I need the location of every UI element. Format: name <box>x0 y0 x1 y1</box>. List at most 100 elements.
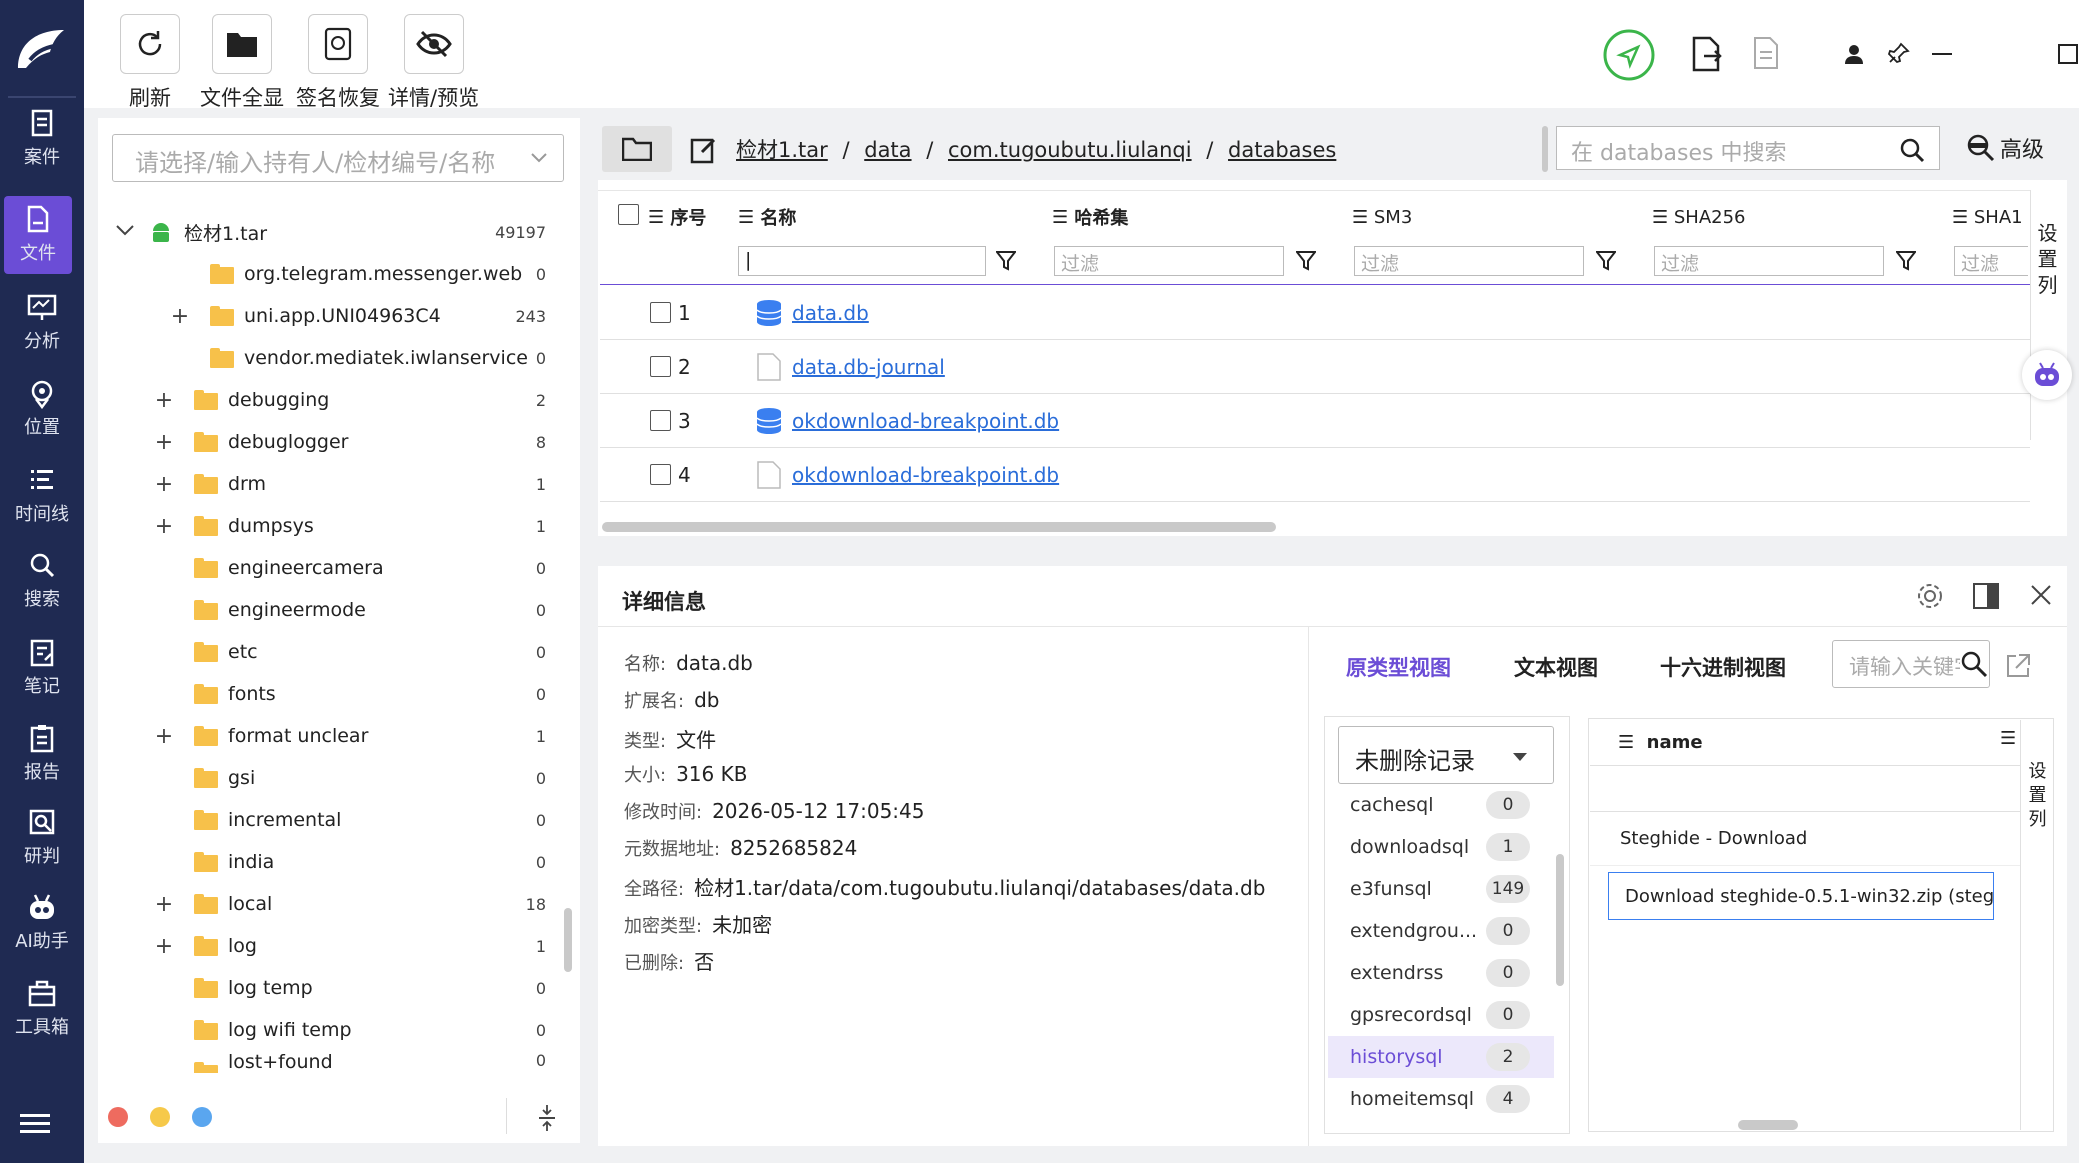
filter-funnel-icon[interactable] <box>1296 250 1316 272</box>
record-horizontal-scrollbar[interactable] <box>1738 1120 1798 1130</box>
tree-item[interactable]: etc 0 <box>98 631 568 673</box>
folder-search-input[interactable]: 在 databases 中搜索 <box>1556 126 1940 170</box>
record-filter-row[interactable] <box>1590 766 2020 812</box>
hashset-filter[interactable]: 过滤 <box>1054 246 1284 276</box>
expand-icon[interactable]: + <box>154 892 174 917</box>
close-detail-icon[interactable] <box>2030 584 2052 606</box>
sha256-filter[interactable]: 过滤 <box>1654 246 1884 276</box>
crumb-package[interactable]: com.tugoubutu.liulanqi <box>948 138 1192 162</box>
search-icon[interactable] <box>1960 650 1988 678</box>
expand-icon[interactable]: + <box>154 934 174 959</box>
tree-scrollbar[interactable] <box>564 908 572 972</box>
chevron-down-icon[interactable] <box>116 225 134 237</box>
col-sha256[interactable]: ☰ SHA256 <box>1652 192 1746 242</box>
col-seq[interactable]: ☰ 序号 <box>648 192 706 242</box>
tree-item[interactable]: engineercamera 0 <box>98 547 568 589</box>
view-tab[interactable]: 十六进制视图 <box>1660 652 1786 682</box>
col-sm3[interactable]: ☰ SM3 <box>1352 192 1412 242</box>
maximize-icon[interactable] <box>2058 44 2078 64</box>
red-status-dot[interactable] <box>108 1107 128 1127</box>
crumb-databases[interactable]: databases <box>1228 138 1336 162</box>
refresh-button[interactable]: 刷新 <box>120 14 180 112</box>
tree-item[interactable]: org.telegram.messenger.web 0 <box>98 253 568 295</box>
export-file-icon[interactable] <box>1690 36 1722 72</box>
tree-item[interactable]: + debugging 2 <box>98 379 568 421</box>
tree-item[interactable]: india 0 <box>98 841 568 883</box>
col-hashset[interactable]: ☰ 哈希集 <box>1052 192 1128 242</box>
expand-icon[interactable]: + <box>154 430 174 455</box>
nav-item-location[interactable]: 位置 <box>0 368 84 450</box>
sha1-filter[interactable]: 过滤 <box>1954 246 2028 276</box>
table-row[interactable]: 3 okdownload-breakpoint.db <box>600 394 2030 448</box>
file-name-link[interactable]: okdownload-breakpoint.db <box>792 463 1059 487</box>
user-icon[interactable] <box>1844 44 1864 64</box>
record-type-select[interactable]: 未删除记录 <box>1338 726 1554 784</box>
sm3-filter[interactable]: 过滤 <box>1354 246 1584 276</box>
col-sha1[interactable]: ☰ SHA1 <box>1952 192 2023 242</box>
db-table-item[interactable]: cachesql 0 <box>1328 784 1554 826</box>
view-tab[interactable]: 原类型视图 <box>1346 652 1451 682</box>
tree-item[interactable]: + drm 1 <box>98 463 568 505</box>
row-checkbox[interactable] <box>650 464 671 485</box>
view-tab[interactable]: 文本视图 <box>1514 652 1598 682</box>
location-send-icon[interactable] <box>1602 28 1656 82</box>
tree-item[interactable]: log temp 0 <box>98 967 568 1009</box>
file-name-link[interactable]: data.db-journal <box>792 355 945 379</box>
expand-icon[interactable]: + <box>154 724 174 749</box>
db-table-item[interactable]: extendgrou... 0 <box>1328 910 1554 952</box>
filter-funnel-icon[interactable] <box>1896 250 1916 272</box>
crumb-data[interactable]: data <box>864 138 911 162</box>
detail-preview-button[interactable]: 详情/预览 <box>388 14 479 112</box>
row-checkbox[interactable] <box>650 410 671 431</box>
db-table-item[interactable]: extendrss 0 <box>1328 952 1554 994</box>
blue-status-dot[interactable] <box>192 1107 212 1127</box>
folder-view-button[interactable] <box>602 126 672 172</box>
expand-icon[interactable]: + <box>170 304 190 329</box>
db-table-item[interactable]: historysql 2 <box>1328 1036 1554 1078</box>
db-table-item[interactable]: downloadsql 1 <box>1328 826 1554 868</box>
menu-icon[interactable] <box>20 1112 50 1136</box>
minimize-icon[interactable] <box>1932 53 1952 57</box>
pin-icon[interactable] <box>1888 42 1910 64</box>
tree-item[interactable]: engineermode 0 <box>98 589 568 631</box>
db-table-item[interactable]: gpsrecordsql 0 <box>1328 994 1554 1036</box>
signature-restore-button[interactable]: 签名恢复 <box>296 14 380 112</box>
file-name-link[interactable]: data.db <box>792 301 869 325</box>
search-icon[interactable] <box>1899 137 1925 163</box>
advanced-search-button[interactable]: 高级 <box>1966 132 2044 164</box>
expand-icon[interactable]: + <box>154 514 174 539</box>
settings-gear-icon[interactable] <box>1916 582 1944 610</box>
tree-root[interactable]: 检材1.tar 49197 <box>98 211 568 253</box>
nav-item-toolbox[interactable]: 工具箱 <box>0 968 84 1050</box>
tree-item[interactable]: log wifi temp 0 <box>98 1009 568 1051</box>
nav-item-timeline[interactable]: 时间线 <box>0 455 84 537</box>
record-row-selected[interactable]: Download steghide-0.5.1-win32.zip (stegh… <box>1608 872 1994 920</box>
nav-item-note[interactable]: 笔记 <box>0 627 84 709</box>
tree-item[interactable]: + dumpsys 1 <box>98 505 568 547</box>
col-name-header[interactable]: ☰ name <box>1590 720 2020 766</box>
filter-funnel-icon[interactable] <box>996 250 1016 272</box>
expand-icon[interactable]: + <box>154 472 174 497</box>
horizontal-scrollbar[interactable] <box>602 522 1276 532</box>
record-row[interactable]: Steghide - Download <box>1590 812 2020 866</box>
record-column-settings[interactable]: 设置列 <box>2020 720 2052 1130</box>
column-settings[interactable]: 设置列 <box>2030 190 2060 440</box>
table-list-scrollbar[interactable] <box>1556 854 1564 986</box>
column-menu-icon[interactable]: ☰ <box>2000 728 2016 749</box>
edit-path-icon[interactable] <box>690 136 718 164</box>
nav-item-case[interactable]: 案件 <box>0 98 84 180</box>
db-table-item[interactable]: e3funsql 149 <box>1328 868 1554 910</box>
tree-item[interactable]: + debuglogger 8 <box>98 421 568 463</box>
tree-item[interactable]: + log 1 <box>98 925 568 967</box>
collapse-tree-icon[interactable] <box>538 1104 556 1132</box>
expand-icon[interactable]: + <box>154 388 174 413</box>
tree-item[interactable]: incremental 0 <box>98 799 568 841</box>
tree-item[interactable]: fonts 0 <box>98 673 568 715</box>
yellow-status-dot[interactable] <box>150 1107 170 1127</box>
nav-item-report[interactable]: 报告 <box>0 713 84 795</box>
tree-item[interactable]: + uni.app.UNI04963C4 243 <box>98 295 568 337</box>
nav-item-judge[interactable]: 研判 <box>0 797 84 879</box>
nav-item-file[interactable]: 文件 <box>4 196 72 274</box>
tree-item[interactable]: + format unclear 1 <box>98 715 568 757</box>
owner-select[interactable]: 请选择/输入持有人/检材编号/名称 <box>112 134 564 182</box>
